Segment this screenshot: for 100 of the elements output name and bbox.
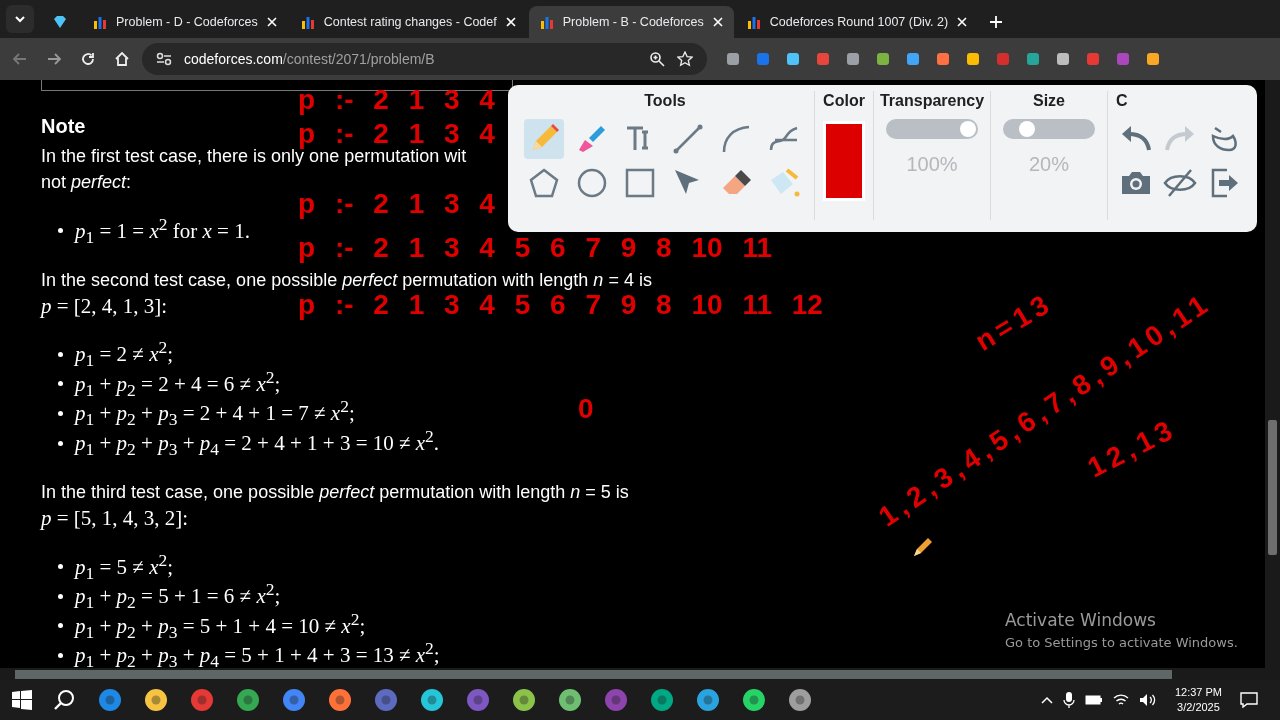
bullet-icon bbox=[58, 351, 63, 357]
activation-title: Activate Windows bbox=[1005, 610, 1157, 630]
handwritten-annotation: 0 bbox=[578, 393, 599, 425]
activation-message: Go to Settings to activate Windows. bbox=[1005, 635, 1238, 650]
close-icon[interactable] bbox=[505, 17, 516, 27]
browser-tab[interactable]: Codeforces Round 1007 (Div. 2) bbox=[735, 6, 979, 38]
bar-chart-icon bbox=[746, 15, 761, 29]
close-icon[interactable] bbox=[712, 17, 723, 27]
formula-text: p$_{1}$ = 1 = x$^{2}$ for x = 1. bbox=[75, 213, 250, 248]
app-icon[interactable] bbox=[236, 688, 260, 712]
clock[interactable]: 12:37 PM 3/2/2025 bbox=[1174, 685, 1222, 715]
bullet-icon bbox=[58, 564, 63, 570]
reload-icon[interactable] bbox=[80, 51, 96, 67]
bar-chart-icon bbox=[93, 15, 107, 29]
app-icon[interactable] bbox=[650, 688, 674, 712]
app-icon[interactable] bbox=[328, 688, 352, 712]
forward-icon[interactable] bbox=[46, 51, 62, 67]
new-tab-icon[interactable] bbox=[990, 16, 1003, 28]
transparency-slider[interactable] bbox=[886, 119, 978, 139]
bullet-icon bbox=[58, 653, 63, 659]
chevron-up-icon[interactable] bbox=[1040, 694, 1053, 706]
handwritten-annotation: p :- 2 1 3 4 5 6 7 9 8 10 11 12 bbox=[298, 289, 823, 321]
rectangle-icon bbox=[623, 166, 657, 200]
paragraph-text: not perfect: bbox=[41, 171, 132, 194]
bullet-icon bbox=[58, 623, 63, 629]
paragraph-text: In the third test case, one possible perfect permutation with length n = 5 is bbox=[41, 480, 629, 504]
app-icon[interactable] bbox=[144, 688, 168, 712]
bar-chart-icon bbox=[539, 15, 554, 29]
bar-chart-icon bbox=[300, 15, 315, 29]
start-icon[interactable] bbox=[12, 690, 32, 710]
handwritten-annotation: p :- 2 1 3 4 bbox=[298, 188, 495, 220]
volume-icon[interactable] bbox=[1138, 693, 1157, 707]
scrollbar-thumb[interactable] bbox=[1268, 420, 1277, 555]
app-icon[interactable] bbox=[420, 688, 444, 712]
extension-icon[interactable] bbox=[905, 51, 921, 67]
browser-tab[interactable]: Problem - B - Codeforces bbox=[528, 6, 734, 38]
chevron-down-icon bbox=[14, 13, 26, 25]
color-swatch[interactable] bbox=[823, 121, 865, 201]
extension-icon[interactable] bbox=[815, 51, 831, 67]
horizontal-scrollbar[interactable] bbox=[0, 668, 1280, 680]
app-icon[interactable] bbox=[742, 688, 766, 712]
extension-icon[interactable] bbox=[785, 51, 801, 67]
scrollbar-thumb[interactable] bbox=[15, 670, 1172, 679]
home-icon[interactable] bbox=[114, 51, 130, 67]
extension-icon[interactable] bbox=[725, 51, 741, 67]
browser-tab[interactable]: Problem - D - Codeforces bbox=[82, 6, 288, 38]
size-slider[interactable] bbox=[1003, 119, 1095, 139]
app-icon[interactable] bbox=[282, 688, 306, 712]
slider-thumb[interactable] bbox=[960, 121, 976, 137]
battery-icon[interactable] bbox=[1084, 694, 1103, 706]
bullet-icon bbox=[58, 593, 63, 599]
app-icon[interactable] bbox=[696, 688, 720, 712]
paragraph-text: p = [5, 1, 4, 3, 2]: bbox=[41, 504, 189, 531]
address-field[interactable]: codeforces.com/contest/2071/problem/B bbox=[142, 43, 707, 75]
app-icon[interactable] bbox=[512, 688, 536, 712]
polygon-icon bbox=[527, 166, 561, 200]
wifi-icon[interactable] bbox=[1112, 693, 1129, 707]
section-title: Size bbox=[1033, 91, 1065, 111]
section-title: Color bbox=[823, 91, 865, 111]
site-settings-icon[interactable] bbox=[156, 52, 172, 66]
search-icon[interactable] bbox=[54, 689, 76, 711]
slider-thumb[interactable] bbox=[1019, 121, 1036, 137]
back-icon[interactable] bbox=[12, 51, 28, 67]
tab-list-button[interactable] bbox=[6, 5, 34, 33]
circle-icon bbox=[575, 166, 609, 200]
handwritten-annotation: p :- 2 1 3 4 5 6 7 9 8 10 11 bbox=[298, 232, 772, 264]
browser-tab[interactable]: Contest rating changes - Codef bbox=[289, 6, 527, 38]
section-title: Transparency bbox=[879, 91, 985, 111]
handwritten-annotation: p :- 2 1 3 4 bbox=[298, 84, 495, 116]
diamond-icon bbox=[52, 14, 68, 30]
extension-icon[interactable] bbox=[1055, 51, 1071, 67]
paragraph-text: p = [2, 4, 1, 3]: bbox=[41, 292, 168, 319]
notification-icon[interactable] bbox=[1240, 692, 1258, 708]
pencil-cursor-icon bbox=[912, 536, 934, 558]
slider-value: 20% bbox=[1029, 153, 1069, 176]
bullet-icon bbox=[58, 440, 63, 446]
section-title: C bbox=[1116, 91, 1128, 111]
bullet-icon bbox=[58, 381, 63, 387]
extension-icon[interactable] bbox=[875, 51, 891, 67]
section-title: Tools bbox=[644, 91, 686, 111]
slider-value: 100% bbox=[906, 153, 958, 176]
extension-icon[interactable] bbox=[845, 51, 861, 67]
extension-icon[interactable] bbox=[1145, 51, 1161, 67]
zoom-icon[interactable] bbox=[649, 51, 665, 67]
extension-icon[interactable] bbox=[965, 51, 981, 67]
extension-icon[interactable] bbox=[1025, 51, 1041, 67]
microphone-icon[interactable] bbox=[1062, 692, 1075, 708]
note-heading: Note bbox=[41, 114, 86, 138]
extension-icon[interactable] bbox=[935, 51, 951, 67]
paragraph-text: In the second test case, one possible perfect permutation with length n = 4 is bbox=[41, 268, 652, 292]
star-icon[interactable] bbox=[677, 51, 693, 67]
bullet-icon bbox=[58, 411, 63, 417]
app-icon[interactable] bbox=[558, 688, 582, 712]
app-icon[interactable] bbox=[98, 688, 122, 712]
bullet-icon bbox=[58, 228, 63, 234]
app-icon[interactable] bbox=[788, 688, 812, 712]
close-icon[interactable] bbox=[266, 17, 277, 27]
vertical-scrollbar[interactable] bbox=[1265, 80, 1280, 668]
close-icon[interactable] bbox=[957, 17, 968, 27]
line-icon bbox=[671, 122, 705, 156]
